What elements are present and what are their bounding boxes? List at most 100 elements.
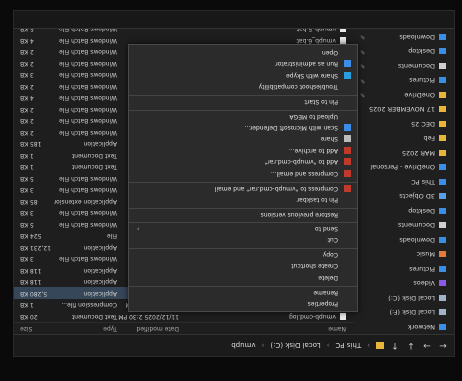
file-icon xyxy=(340,312,346,320)
file-size: 3 KB xyxy=(20,209,34,217)
file-name-cell: vmupb_6.bat xyxy=(179,36,354,44)
context-menu-item[interactable]: Add to archive... xyxy=(129,145,357,157)
context-menu-item[interactable]: Cut xyxy=(129,234,357,246)
forward-arrow-icon[interactable]: → xyxy=(422,341,432,351)
context-menu-item[interactable]: Scan with Microsoft Defender... xyxy=(129,122,357,134)
table-row[interactable]: vmupb-cmd.log 11/12/2025 2:30 PM Text Docu… xyxy=(14,311,354,323)
file-size: 185 KB xyxy=(20,140,42,148)
sidebar-item[interactable]: 3D Objects xyxy=(354,189,454,204)
sidebar-item[interactable]: Local Disk (F:) xyxy=(354,305,454,320)
file-type: Windows Batch File xyxy=(59,117,117,125)
context-menu-item[interactable]: Open xyxy=(129,47,357,59)
sidebar-item-label: Desktop xyxy=(408,47,435,56)
column-header-name[interactable]: Name xyxy=(179,325,354,332)
sidebar-item[interactable]: Downloads xyxy=(354,233,454,248)
file-size: 118 KB xyxy=(20,278,42,286)
sidebar-item[interactable]: DEC 25 xyxy=(354,117,454,132)
sidebar-item[interactable]: Feb xyxy=(354,131,454,146)
sidebar-item[interactable]: OneDrive ✎ xyxy=(354,88,454,103)
file-type: Application extension xyxy=(54,197,117,205)
sidebar-item[interactable]: This PC xyxy=(354,175,454,190)
sidebar-item-label: 17 NOVEMBER 2025 xyxy=(368,105,435,114)
sidebar-item[interactable]: MAR 2025 xyxy=(354,146,454,161)
documents-icon xyxy=(439,222,446,229)
context-menu-item[interactable]: Pin to taskbar xyxy=(129,194,357,206)
context-menu-item[interactable]: Upload to MEGA xyxy=(129,110,357,122)
context-menu-item[interactable]: Copy xyxy=(129,248,357,260)
context-menu-item[interactable]: Rename xyxy=(129,286,357,298)
menu-icon-placeholder xyxy=(344,225,351,232)
context-menu-item[interactable]: Share with Skype xyxy=(129,70,357,82)
sidebar-item[interactable]: Local Disk (C:) xyxy=(354,291,454,306)
sidebar-item[interactable]: Videos xyxy=(354,276,454,291)
file-type: Windows Batch File xyxy=(59,59,117,67)
file-type: Application xyxy=(83,278,117,286)
sidebar-item[interactable]: 17 NOVEMBER 2025 xyxy=(354,102,454,117)
sidebar-item[interactable]: Documents xyxy=(354,218,454,233)
menu-icon-placeholder xyxy=(344,274,351,281)
context-menu-item[interactable]: Run as administrator xyxy=(129,58,357,70)
context-menu-item[interactable]: Restore previous versions xyxy=(129,208,357,220)
file-size: 12,231 KB xyxy=(20,243,51,251)
sidebar-item[interactable]: Network xyxy=(354,320,454,335)
sidebar-item-label: Videos xyxy=(413,279,435,288)
sidebar-item[interactable]: Desktop ✎ xyxy=(354,44,454,59)
file-size: 118 KB xyxy=(20,266,42,274)
folder-icon xyxy=(439,149,446,156)
column-header-date[interactable]: Date modified xyxy=(117,325,179,332)
context-menu-item-label: Compress and email... xyxy=(270,169,338,177)
sidebar-item[interactable]: Pictures ✎ xyxy=(354,73,454,88)
context-menu-item-label: Compress to "vmupb-cmd.rar" and email xyxy=(214,184,338,192)
sidebar-item-label: Local Disk (C:) xyxy=(388,293,435,302)
menu-icon-placeholder xyxy=(344,211,351,218)
file-type: Windows Batch File xyxy=(59,255,117,263)
context-menu-item[interactable]: Pin to Start xyxy=(129,95,357,107)
column-header-type[interactable]: Type xyxy=(54,325,117,332)
sidebar-item[interactable]: Downloads ✎ xyxy=(354,30,454,45)
context-menu-item[interactable]: Troubleshoot compatibility xyxy=(129,81,357,93)
context-menu-item-label: Run as administrator xyxy=(275,60,338,68)
file-size: 5 KB xyxy=(20,220,34,228)
sidebar-item-label: Music xyxy=(416,250,436,259)
cube-icon xyxy=(439,193,446,200)
breadcrumb-this-pc[interactable]: This PC xyxy=(336,342,362,350)
context-menu-item[interactable]: Compress and email... xyxy=(129,168,357,180)
sidebar-item[interactable]: Desktop xyxy=(354,204,454,219)
file-type: Windows Batch File xyxy=(59,209,117,217)
winrar-icon xyxy=(344,158,351,166)
context-menu-item-label: Cut xyxy=(327,236,338,244)
skype-icon xyxy=(344,71,351,79)
sidebar-item-label: Documents xyxy=(397,221,435,230)
context-menu-item[interactable]: Add to "vmupb-cmd.rar" xyxy=(129,156,357,168)
recent-locations-icon[interactable]: ↓ xyxy=(406,341,416,351)
sidebar-item[interactable]: Documents ✎ xyxy=(354,59,454,74)
download-icon xyxy=(439,236,446,243)
context-menu-item[interactable]: Share xyxy=(129,133,357,145)
file-explorer-window: ← → ↓ ↑ › This PC › Local Disk (C:) › vm… xyxy=(13,10,455,357)
pictures-icon xyxy=(439,265,446,272)
context-menu-item[interactable]: Create shortcut xyxy=(129,260,357,272)
context-menu-item[interactable]: Delete xyxy=(129,272,357,284)
sidebar-item-label: Pictures xyxy=(409,264,435,273)
menu-icon-placeholder xyxy=(344,196,351,203)
sidebar-item-label: OneDrive - Personal xyxy=(370,163,435,172)
context-menu-item[interactable]: Compress to "vmupb-cmd.rar" and email xyxy=(129,182,357,194)
winrar-icon xyxy=(344,169,351,177)
desktop-icon xyxy=(439,48,446,55)
breadcrumb-local-disk[interactable]: Local Disk (C:) xyxy=(270,342,320,350)
folder-icon xyxy=(439,106,446,113)
column-header-size[interactable]: Size xyxy=(14,325,54,332)
back-arrow-icon[interactable]: ← xyxy=(438,341,448,351)
file-size: 4 KB xyxy=(20,36,34,44)
pin-icon: ✎ xyxy=(360,91,366,99)
file-icon xyxy=(340,36,346,44)
breadcrumb-current-folder[interactable]: vmupb xyxy=(231,342,255,350)
up-arrow-icon[interactable]: ↑ xyxy=(390,341,400,351)
file-type: Windows Batch File xyxy=(59,105,117,113)
context-menu-item[interactable]: Send to › xyxy=(129,222,357,234)
sidebar-item[interactable]: OneDrive - Personal xyxy=(354,160,454,175)
sidebar-item[interactable]: Music xyxy=(354,247,454,262)
sidebar-item[interactable]: Pictures xyxy=(354,262,454,277)
context-menu-item[interactable]: Properties xyxy=(129,298,357,310)
sidebar-item-label: Downloads xyxy=(399,235,435,244)
